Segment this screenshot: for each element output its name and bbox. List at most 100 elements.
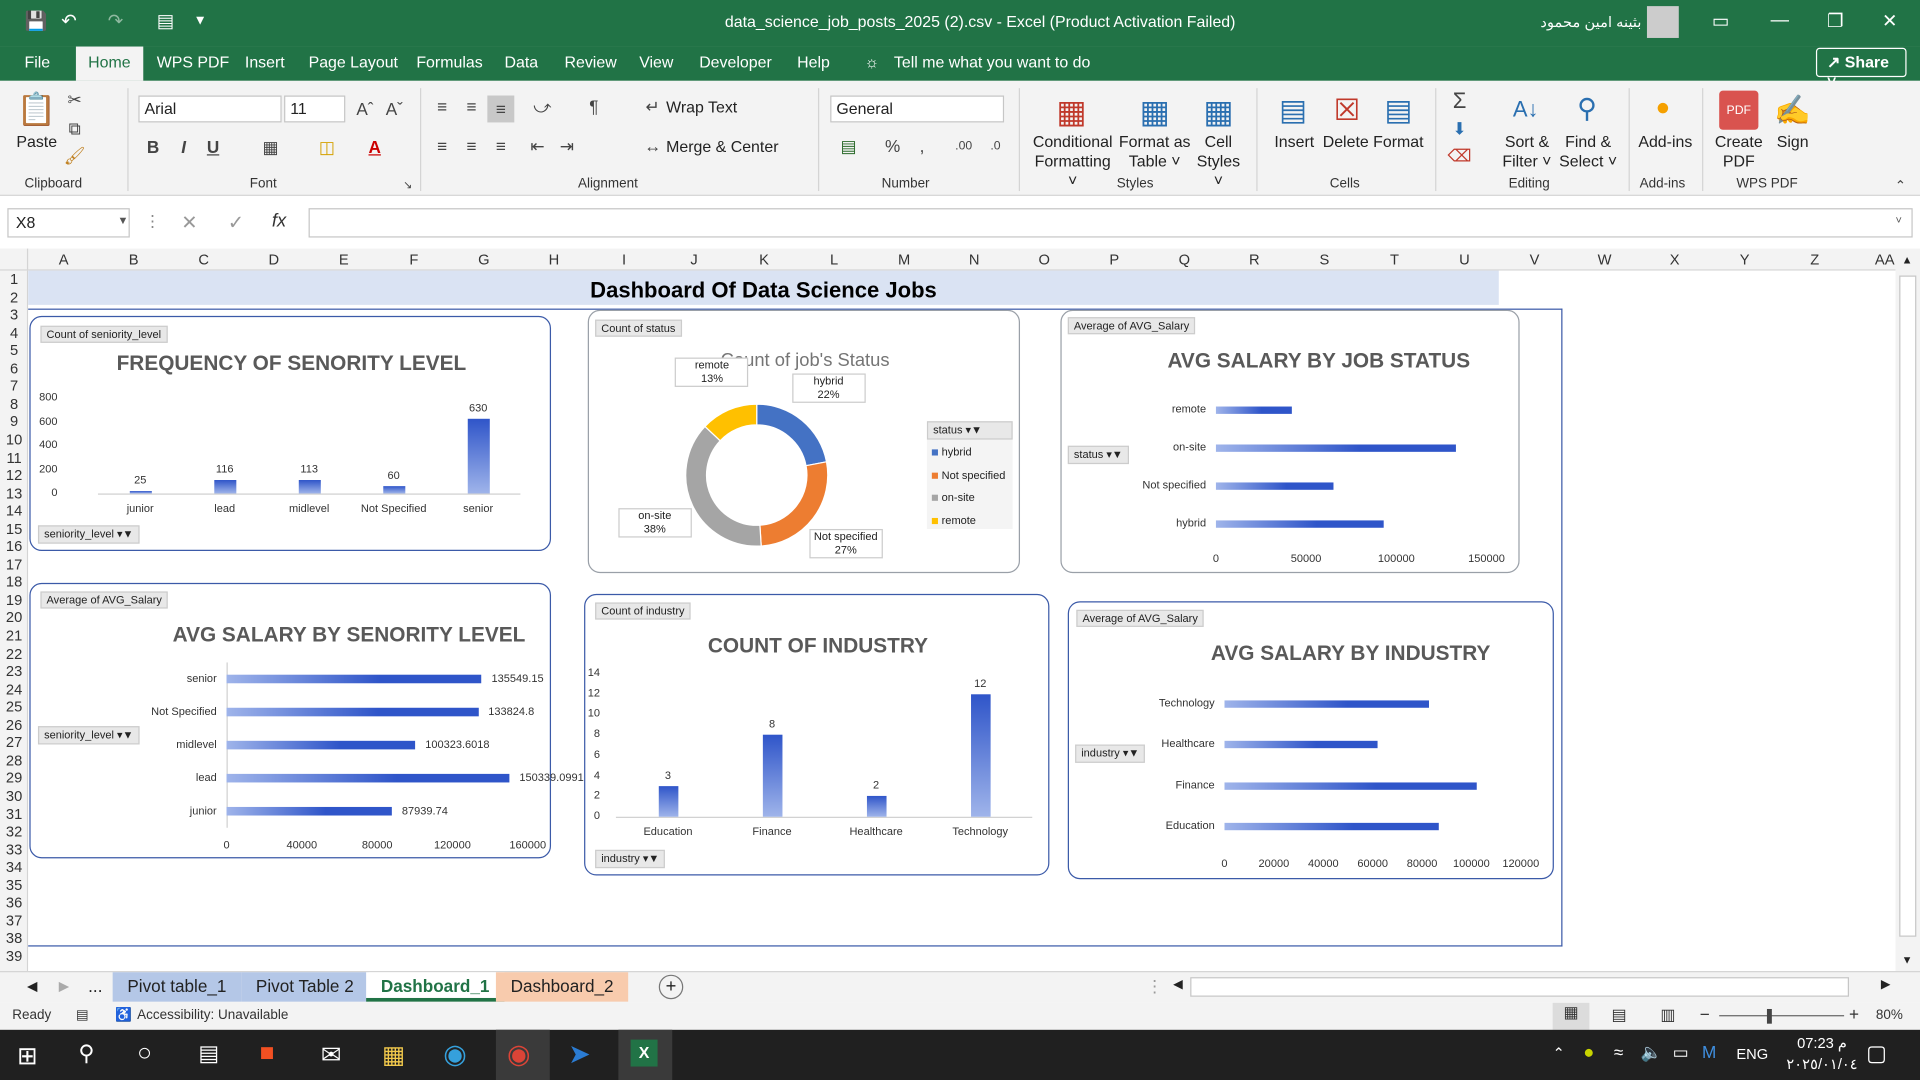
scroll-down-icon[interactable]: ▼ — [1902, 954, 1913, 966]
row-header[interactable]: 17 — [0, 556, 28, 573]
tell-me-search[interactable]: Tell me what you want to do — [894, 53, 1090, 71]
create-pdf-button[interactable]: Create PDF — [1712, 132, 1766, 171]
volume-icon[interactable]: 🔈 — [1641, 1042, 1662, 1063]
row-header[interactable]: 31 — [0, 805, 28, 822]
sort-filter-button[interactable]: Sort & Filter ˅ — [1499, 132, 1555, 171]
row-header[interactable]: 9 — [0, 413, 28, 430]
bar[interactable] — [866, 796, 886, 817]
insert-cells-button[interactable]: Insert — [1269, 132, 1320, 152]
comma-style-icon[interactable]: , — [913, 135, 930, 157]
chart-salary-by-status[interactable]: Average of AVG_Salary AVG SALARY BY JOB … — [1060, 309, 1520, 574]
notifications-icon[interactable]: ▢ — [1866, 1041, 1887, 1067]
column-header[interactable]: U — [1452, 251, 1476, 268]
fill-color-icon[interactable]: ◫ — [316, 135, 338, 159]
cortana-icon[interactable]: ○ — [137, 1040, 152, 1068]
column-header[interactable]: D — [262, 251, 286, 268]
zoom-level[interactable]: 80% — [1876, 1008, 1903, 1023]
bar[interactable] — [658, 786, 678, 817]
scroll-up-icon[interactable]: ▲ — [1902, 253, 1913, 265]
chart-seniority-frequency[interactable]: Count of seniority_level FREQUENCY OF SE… — [29, 315, 552, 552]
row-header[interactable]: 26 — [0, 716, 28, 733]
italic-icon[interactable]: I — [174, 135, 194, 159]
tab-view[interactable]: View — [639, 53, 673, 71]
undo-icon[interactable]: ↶ — [61, 10, 76, 32]
vscode-icon[interactable]: ➤ — [568, 1038, 591, 1070]
column-header[interactable]: O — [1032, 251, 1056, 268]
tab-page-layout[interactable]: Page Layout — [309, 53, 398, 71]
row-header[interactable]: 32 — [0, 823, 28, 840]
row-header[interactable]: 21 — [0, 627, 28, 644]
format-as-table-button[interactable]: Format as Table ˅ — [1117, 132, 1193, 171]
row-header[interactable]: 33 — [0, 841, 28, 858]
legend-item[interactable]: on-site — [931, 491, 975, 503]
zoom-in-icon[interactable]: + — [1849, 1004, 1859, 1024]
column-header[interactable]: Z — [1802, 251, 1826, 268]
copy-icon[interactable]: ⧉ — [64, 118, 86, 140]
bar[interactable] — [298, 479, 321, 494]
form-icon[interactable]: ▤ — [157, 10, 174, 32]
collapse-ribbon-icon[interactable]: ⌃ — [1891, 176, 1911, 193]
tab-help[interactable]: Help — [797, 53, 830, 71]
text-direction-icon[interactable]: ¶ — [583, 96, 605, 118]
fill-icon[interactable]: ⬇ — [1447, 118, 1471, 140]
sheet-tab-dashboard-1[interactable]: Dashboard_1 — [366, 972, 505, 1002]
column-header[interactable]: H — [542, 251, 566, 268]
show-hidden-icons-icon[interactable]: ⌃ — [1553, 1044, 1565, 1061]
column-header[interactable]: Q — [1172, 251, 1196, 268]
addins-button[interactable]: Add-ins — [1633, 132, 1697, 152]
tab-file[interactable]: File — [24, 53, 50, 71]
borders-icon[interactable]: ▦ — [260, 135, 282, 159]
bar[interactable] — [467, 418, 490, 494]
align-bottom-icon[interactable]: ≡ — [487, 95, 515, 123]
file-explorer-icon[interactable]: ▦ — [382, 1040, 405, 1071]
clear-icon[interactable]: ⌫ — [1447, 144, 1471, 166]
bold-icon[interactable]: B — [143, 135, 163, 159]
tab-wps-pdf[interactable]: WPS PDF — [157, 53, 230, 71]
underline-icon[interactable]: U — [203, 135, 223, 159]
legend-item[interactable]: hybrid — [931, 446, 972, 458]
chrome-icon[interactable]: ◉ — [507, 1038, 531, 1070]
column-header[interactable]: A — [51, 251, 75, 268]
bar[interactable] — [1215, 520, 1384, 529]
column-header[interactable]: B — [121, 251, 145, 268]
chart-job-status[interactable]: Count of status Count of job's Status hy… — [587, 309, 1021, 574]
row-header[interactable]: 13 — [0, 484, 28, 501]
save-icon[interactable]: 💾 — [24, 10, 47, 32]
align-center-icon[interactable]: ≡ — [460, 135, 482, 157]
search-icon[interactable]: ⚲ — [78, 1041, 94, 1067]
paste-button[interactable]: Paste — [12, 132, 61, 152]
close-icon[interactable]: ✕ — [1882, 10, 1897, 32]
merge-center-button[interactable]: Merge & Center — [666, 137, 778, 157]
bar[interactable] — [762, 734, 782, 817]
autosum-icon[interactable]: Σ — [1447, 88, 1471, 112]
row-header[interactable]: 20 — [0, 609, 28, 626]
bar[interactable] — [213, 479, 236, 494]
bar[interactable] — [226, 806, 393, 816]
conditional-formatting-button[interactable]: Conditional Formatting ˅ — [1031, 132, 1114, 191]
column-header[interactable]: AA — [1872, 251, 1896, 268]
donut-slice[interactable] — [685, 425, 762, 547]
row-header[interactable]: 10 — [0, 431, 28, 448]
prev-sheet-icon[interactable]: ◀ — [27, 978, 37, 995]
chart-salary-by-seniority[interactable]: Average of AVG_Salary AVG SALARY BY SENO… — [29, 582, 584, 859]
sheet-tab-pivot-table-1[interactable]: Pivot table_1 — [112, 972, 242, 1002]
row-header[interactable]: 18 — [0, 573, 28, 590]
row-header[interactable]: 16 — [0, 538, 28, 555]
font-launcher-icon[interactable]: ↘ — [402, 178, 414, 191]
share-button[interactable]: ↗ Share ˅ — [1815, 47, 1907, 91]
mail-icon[interactable]: ✉ — [321, 1040, 342, 1071]
row-header[interactable]: 3 — [0, 306, 28, 323]
normal-view-icon[interactable]: ▦ — [1552, 1002, 1590, 1030]
tab-insert[interactable]: Insert — [245, 53, 285, 71]
windows-start-icon[interactable]: ⊞ — [17, 1041, 38, 1072]
sheet-tab-pivot-table-2[interactable]: Pivot Table 2 — [241, 972, 369, 1002]
scroll-right-icon[interactable]: ▶ — [1881, 978, 1890, 991]
column-header[interactable]: G — [472, 251, 496, 268]
customize-quick-access-icon[interactable]: ▼ — [193, 13, 206, 28]
row-header[interactable]: 8 — [0, 395, 28, 412]
row-header[interactable]: 5 — [0, 342, 28, 359]
cancel-formula-icon[interactable]: ✕ — [181, 211, 197, 235]
find-select-button[interactable]: Find & Select ˅ — [1558, 132, 1619, 171]
vertical-scrollbar[interactable]: ▲ ▼ — [1895, 248, 1920, 972]
column-header[interactable]: M — [892, 251, 916, 268]
